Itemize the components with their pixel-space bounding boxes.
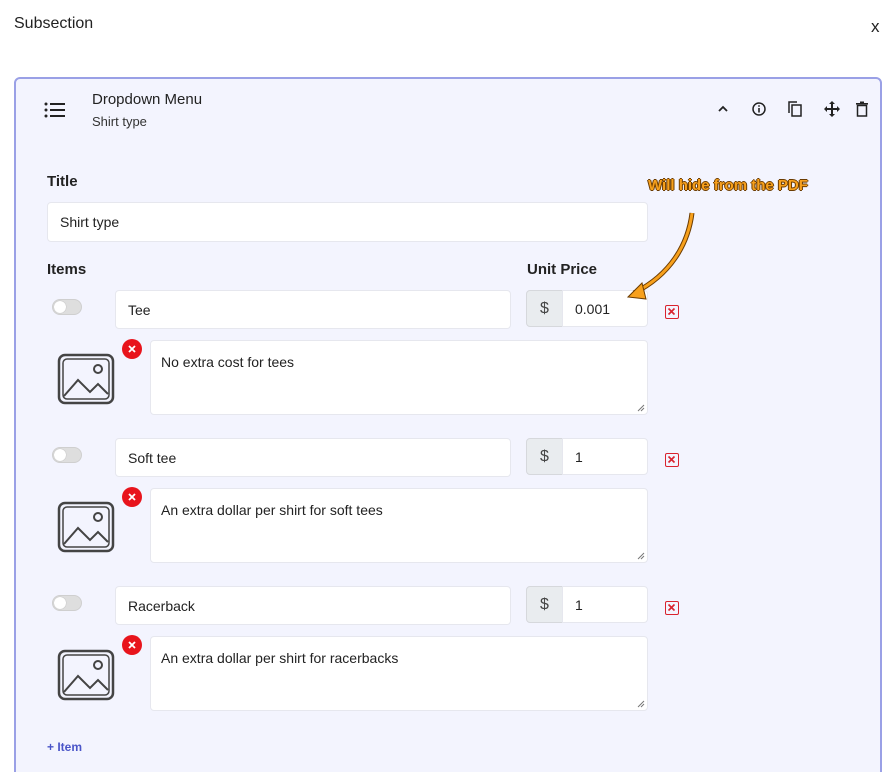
delete-item-button[interactable] xyxy=(665,305,679,319)
item-toggle[interactable] xyxy=(52,595,82,611)
modal-title: Subsection xyxy=(14,15,94,32)
unit-price-label: Unit Price xyxy=(527,261,598,278)
image-placeholder-icon[interactable] xyxy=(56,500,116,554)
unit-price-input[interactable]: 1 xyxy=(562,438,648,475)
card-subtitle: Shirt type xyxy=(92,114,147,129)
image-placeholder-icon[interactable] xyxy=(56,352,116,406)
move-icon[interactable] xyxy=(824,101,840,117)
unit-price-value: 1 xyxy=(575,448,583,465)
title-label: Title xyxy=(47,173,78,190)
item-name-input[interactable]: Tee xyxy=(115,290,511,329)
item-toggle[interactable] xyxy=(52,447,82,463)
item-description-textarea[interactable]: An extra dollar per shirt for racerbacks xyxy=(150,636,648,711)
currency-addon: $ xyxy=(526,290,563,327)
image-placeholder-icon[interactable] xyxy=(56,648,116,702)
list-icon[interactable] xyxy=(44,102,66,118)
item-name-input[interactable]: Racerback xyxy=(115,586,511,625)
remove-image-button[interactable] xyxy=(122,635,142,655)
item-description-value: No extra cost for tees xyxy=(161,354,295,370)
item-description-value: An extra dollar per shirt for soft tees xyxy=(161,502,383,518)
currency-addon: $ xyxy=(526,586,563,623)
title-input[interactable]: Shirt type xyxy=(47,202,648,242)
item-description-textarea[interactable]: No extra cost for tees xyxy=(150,340,648,415)
copy-icon[interactable] xyxy=(787,101,803,117)
add-item-button[interactable]: + Item xyxy=(47,740,82,754)
unit-price-input[interactable]: 1 xyxy=(562,586,648,623)
item-description-textarea[interactable]: An extra dollar per shirt for soft tees xyxy=(150,488,648,563)
card-title: Dropdown Menu xyxy=(92,91,203,108)
chevron-up-icon[interactable] xyxy=(715,101,731,117)
remove-image-button[interactable] xyxy=(122,487,142,507)
item-name-value: Racerback xyxy=(128,597,195,614)
item-toggle[interactable] xyxy=(52,299,82,315)
resize-handle-icon[interactable] xyxy=(637,552,645,560)
close-button[interactable]: x xyxy=(871,18,880,35)
annotation-arrow-icon xyxy=(626,212,695,300)
title-input-value: Shirt type xyxy=(60,214,120,230)
resize-handle-icon[interactable] xyxy=(637,404,645,412)
item-name-value: Soft tee xyxy=(128,449,177,466)
item-description-value: An extra dollar per shirt for racerbacks xyxy=(161,650,399,666)
unit-price-value: 0.001 xyxy=(575,300,611,317)
delete-item-button[interactable] xyxy=(665,601,679,615)
delete-item-button[interactable] xyxy=(665,453,679,467)
resize-handle-icon[interactable] xyxy=(637,700,645,708)
annotation-text: Will hide from the PDF xyxy=(648,177,808,194)
item-name-input[interactable]: Soft tee xyxy=(115,438,511,477)
items-label: Items xyxy=(47,261,87,278)
info-icon[interactable] xyxy=(751,101,767,117)
trash-icon[interactable] xyxy=(854,101,870,117)
item-name-value: Tee xyxy=(128,301,151,318)
unit-price-value: 1 xyxy=(575,596,583,613)
currency-addon: $ xyxy=(526,438,563,475)
remove-image-button[interactable] xyxy=(122,339,142,359)
